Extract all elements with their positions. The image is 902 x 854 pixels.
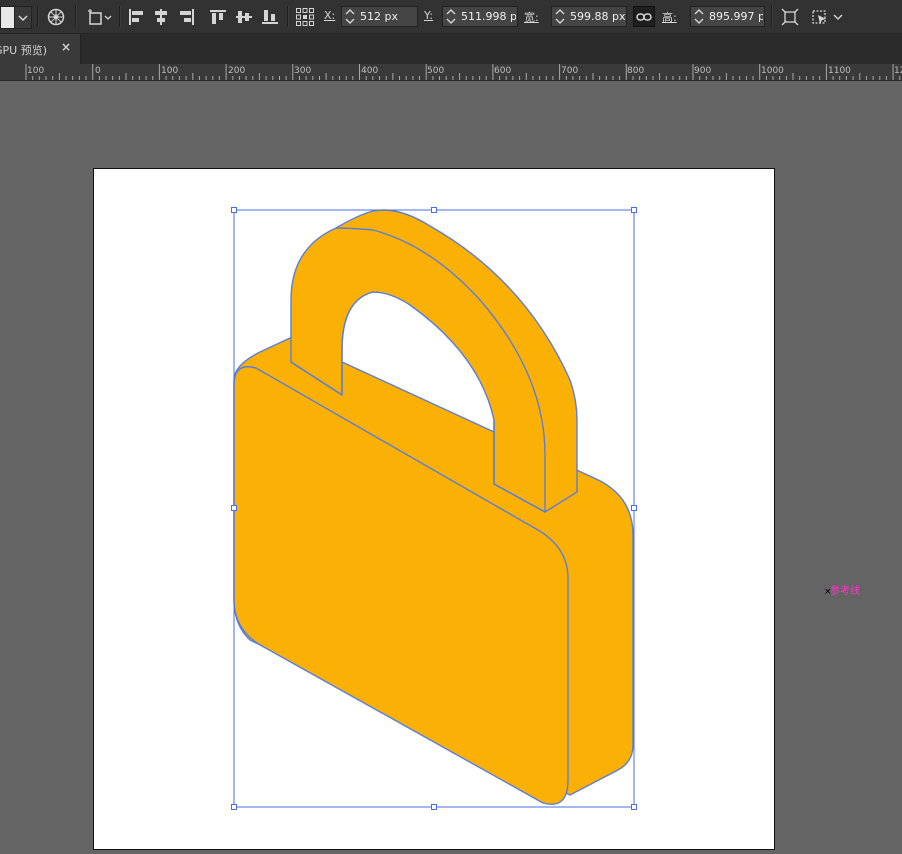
document-tab-title: GPU 预览) bbox=[0, 44, 47, 57]
width-field[interactable]: 599.88 px bbox=[551, 6, 627, 27]
transform-each-icon bbox=[781, 8, 799, 26]
height-field[interactable]: 895.997 px bbox=[690, 6, 765, 27]
align-bottom-icon bbox=[262, 10, 278, 24]
reference-point-icon bbox=[296, 8, 314, 26]
ruler-label: 0 bbox=[95, 66, 101, 76]
align-top-icon bbox=[210, 10, 226, 24]
chevron-down-icon bbox=[18, 14, 28, 21]
width-label: 宽: bbox=[524, 11, 539, 24]
ruler-label: 1100 bbox=[828, 66, 851, 76]
transform-icon bbox=[88, 9, 112, 25]
ruler-label: 800 bbox=[627, 66, 645, 76]
x-field[interactable]: 512 px bbox=[341, 6, 418, 27]
height-stepper-icon[interactable] bbox=[692, 8, 706, 25]
x-stepper-icon[interactable] bbox=[343, 8, 357, 25]
ruler-label: 500 bbox=[427, 66, 445, 76]
ruler-label: 300 bbox=[294, 66, 312, 76]
x-label: X: bbox=[324, 9, 336, 22]
constrain-proportions-button[interactable] bbox=[633, 6, 655, 27]
y-stepper-icon[interactable] bbox=[444, 8, 458, 25]
ruler-label: 200 bbox=[228, 66, 246, 76]
ruler-label: 100 bbox=[27, 66, 45, 76]
width-value: 599.88 px bbox=[570, 10, 625, 23]
link-proportions-icon bbox=[636, 12, 652, 21]
align-right-button[interactable] bbox=[177, 7, 197, 27]
x-value: 512 px bbox=[360, 10, 398, 23]
ruler-label: 700 bbox=[561, 66, 579, 76]
recolor-button[interactable] bbox=[46, 7, 66, 27]
y-value: 511.998 px bbox=[461, 10, 516, 23]
ruler-label: 1000 bbox=[761, 66, 784, 76]
align-left-button[interactable] bbox=[126, 7, 146, 27]
width-stepper-icon[interactable] bbox=[553, 8, 567, 25]
artboard[interactable] bbox=[93, 168, 775, 850]
align-hcenter-icon bbox=[155, 9, 167, 25]
align-bottom-button[interactable] bbox=[260, 7, 280, 27]
guide-label: 参考线 bbox=[830, 586, 860, 597]
ruler-label: 12 bbox=[894, 66, 902, 76]
document-tab[interactable]: GPU 预览) × bbox=[0, 34, 81, 64]
y-label: Y: bbox=[424, 9, 433, 22]
align-right-icon bbox=[180, 9, 194, 25]
ruler-label: 400 bbox=[361, 66, 379, 76]
align-hcenter-button[interactable] bbox=[151, 7, 171, 27]
horizontal-ruler[interactable]: 100 0 100 200 300 400 500 600 700 800 90… bbox=[0, 64, 902, 81]
align-vcenter-icon bbox=[236, 11, 252, 23]
transform-button[interactable] bbox=[86, 7, 114, 27]
ruler-label: 600 bbox=[494, 66, 512, 76]
document-tab-bar: GPU 预览) × bbox=[0, 34, 902, 64]
control-bar: X: 512 px Y: 511.998 px 宽: 599.88 px 高: … bbox=[0, 0, 902, 34]
y-field[interactable]: 511.998 px bbox=[442, 6, 518, 27]
ruler-label: 100 bbox=[161, 66, 179, 76]
fill-dropdown-button[interactable] bbox=[14, 6, 32, 29]
align-vcenter-button[interactable] bbox=[234, 7, 254, 27]
align-top-button[interactable] bbox=[208, 7, 228, 27]
reference-point-button[interactable] bbox=[294, 6, 316, 28]
transform-each-button[interactable] bbox=[779, 7, 801, 27]
isolate-icon bbox=[812, 10, 843, 24]
height-label: 高: bbox=[662, 11, 677, 24]
height-value: 895.997 px bbox=[709, 10, 763, 23]
align-left-icon bbox=[129, 9, 143, 25]
close-icon[interactable]: × bbox=[61, 40, 71, 54]
ruler-label: 900 bbox=[694, 66, 712, 76]
recolor-wheel-icon bbox=[47, 8, 65, 26]
isolate-button[interactable] bbox=[810, 7, 846, 27]
